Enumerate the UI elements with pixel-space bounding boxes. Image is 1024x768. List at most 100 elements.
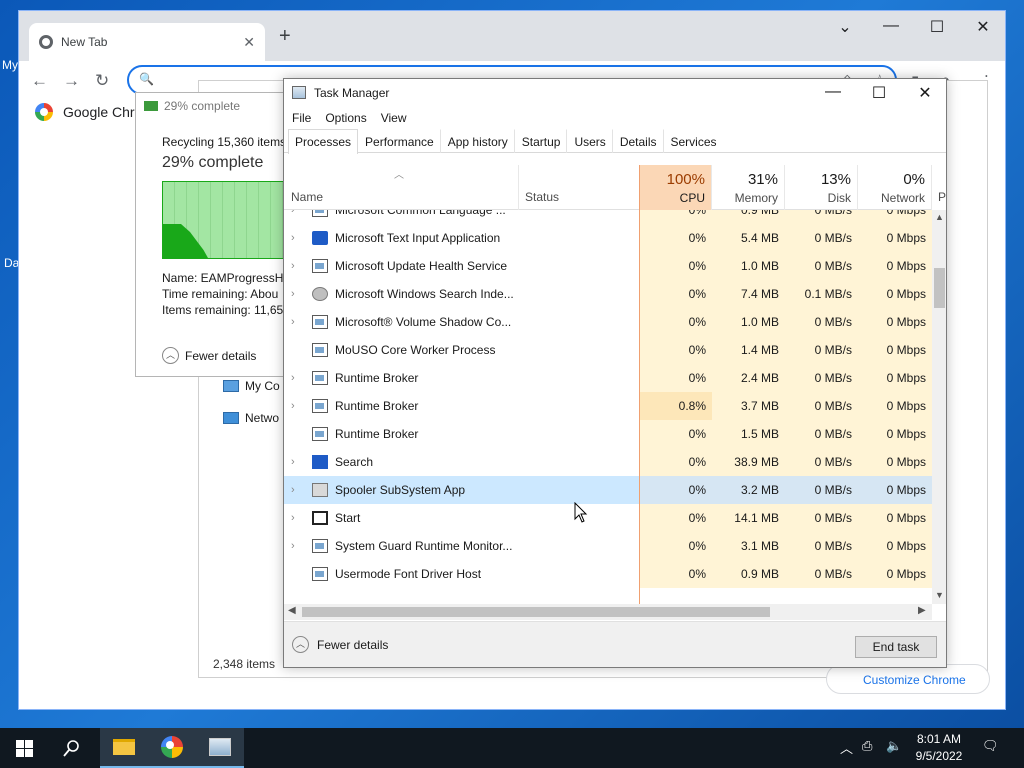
scroll-left-icon[interactable]: ◀ bbox=[288, 605, 296, 616]
column-header-status[interactable]: Status bbox=[525, 190, 559, 204]
menu-file[interactable]: File bbox=[292, 111, 311, 125]
google-chrome-shortcut[interactable]: Google Chro bbox=[35, 103, 142, 121]
expand-chevron-icon[interactable]: › bbox=[291, 308, 303, 336]
nav-item-network[interactable]: Netwo bbox=[223, 411, 279, 425]
process-row[interactable]: Usermode Font Driver Host 0% 0.9 MB 0 MB/s 0… bbox=[284, 560, 932, 588]
process-network: 0 Mbps bbox=[858, 364, 932, 392]
process-row[interactable]: › Search 0% 38.9 MB 0 MB/s 0 Mbps bbox=[284, 448, 932, 476]
expand-chevron-icon[interactable]: › bbox=[291, 504, 303, 532]
expand-chevron-icon[interactable] bbox=[291, 336, 303, 364]
process-disk: 0 MB/s bbox=[785, 210, 858, 224]
process-disk: 0.1 MB/s bbox=[785, 280, 858, 308]
maximize-button[interactable]: ☐ bbox=[917, 17, 957, 37]
expand-chevron-icon[interactable] bbox=[291, 420, 303, 448]
customize-chrome-button[interactable]: Customize Chrome bbox=[826, 664, 990, 694]
column-header-memory[interactable]: 31% Memory bbox=[712, 165, 785, 210]
expand-chevron-icon[interactable]: › bbox=[291, 280, 303, 308]
process-name: Runtime Broker bbox=[335, 371, 419, 385]
progress-fewer-details-button[interactable]: ︿ Fewer details bbox=[162, 347, 256, 364]
tab-startup[interactable]: Startup bbox=[515, 129, 568, 153]
process-memory: 1.0 MB bbox=[712, 308, 785, 336]
sort-up-icon: ︿ bbox=[394, 170, 404, 181]
process-row[interactable]: › Microsoft Windows Search Inde... 0% 7.4 M… bbox=[284, 280, 932, 308]
window-icon bbox=[312, 259, 328, 273]
scroll-thumb[interactable] bbox=[302, 607, 770, 617]
scroll-up-icon[interactable]: ▲ bbox=[935, 212, 944, 222]
column-header-power[interactable]: P bbox=[938, 190, 946, 204]
vertical-scrollbar[interactable]: ▲ ▼ bbox=[932, 210, 946, 604]
expand-chevron-icon[interactable]: › bbox=[291, 448, 303, 476]
process-row[interactable]: › System Guard Runtime Monitor... 0% 3.1 MB… bbox=[284, 532, 932, 560]
nav-item-my-computer[interactable]: My Co bbox=[223, 379, 280, 393]
expand-chevron-icon[interactable]: › bbox=[291, 476, 303, 504]
taskbar-file-explorer[interactable] bbox=[100, 728, 148, 768]
process-row[interactable]: › Microsoft Update Health Service 0% 1.0 MB… bbox=[284, 252, 932, 280]
expand-chevron-icon[interactable]: › bbox=[291, 532, 303, 560]
fewer-details-button[interactable]: ︿ Fewer details bbox=[292, 636, 388, 653]
notifications-icon[interactable]: 🗨 bbox=[982, 738, 999, 754]
process-row[interactable]: MoUSO Core Worker Process 0% 1.4 MB 0 MB/s 0… bbox=[284, 336, 932, 364]
menu-options[interactable]: Options bbox=[325, 111, 366, 125]
column-header-network[interactable]: 0% Network bbox=[858, 165, 932, 210]
process-row[interactable]: › Spooler SubSystem App 0% 3.2 MB 0 MB/s 0 Mb… bbox=[284, 476, 932, 504]
close-button[interactable]: ✕ bbox=[963, 17, 1003, 37]
process-row[interactable]: › Start 0% 14.1 MB 0 MB/s 0 Mbps bbox=[284, 504, 932, 532]
tab-search-icon[interactable]: ⌄ bbox=[825, 17, 865, 37]
scroll-right-icon[interactable]: ▶ bbox=[918, 605, 926, 616]
scroll-down-icon[interactable]: ▼ bbox=[935, 590, 944, 600]
expand-chevron-icon[interactable]: › bbox=[291, 364, 303, 392]
process-disk: 0 MB/s bbox=[785, 532, 858, 560]
new-tab-button[interactable]: + bbox=[279, 25, 291, 48]
end-task-button[interactable]: End task bbox=[855, 636, 937, 658]
column-header-name[interactable]: Name bbox=[291, 190, 323, 204]
process-name: Search bbox=[335, 455, 374, 469]
tab-details[interactable]: Details bbox=[613, 129, 664, 153]
expand-chevron-icon[interactable]: › bbox=[291, 392, 303, 420]
search-button[interactable] bbox=[48, 728, 96, 768]
tab-app-history[interactable]: App history bbox=[441, 129, 515, 153]
expand-chevron-icon[interactable]: › bbox=[291, 210, 303, 224]
volume-icon[interactable]: 🔈 bbox=[886, 738, 902, 754]
process-network: 0 Mbps bbox=[858, 392, 932, 420]
process-row[interactable]: › Runtime Broker 0.8% 3.7 MB 0 MB/s 0 Mbps bbox=[284, 392, 932, 420]
show-hidden-icons-icon[interactable]: ︿ bbox=[840, 738, 853, 757]
network-status-icon[interactable]: ⎙ bbox=[862, 738, 872, 754]
close-tab-icon[interactable]: ✕ bbox=[243, 34, 255, 51]
scroll-thumb[interactable] bbox=[934, 268, 945, 308]
close-button[interactable]: ✕ bbox=[902, 83, 946, 103]
minimize-button[interactable]: — bbox=[810, 83, 856, 101]
tab-processes[interactable]: Processes bbox=[288, 129, 359, 154]
menu-view[interactable]: View bbox=[381, 111, 407, 125]
taskbar-clock[interactable]: 8:01 AM 9/5/2022 bbox=[912, 731, 966, 765]
process-cpu: 0% bbox=[639, 504, 712, 532]
expand-chevron-icon[interactable]: › bbox=[291, 252, 303, 280]
tab-users[interactable]: Users bbox=[567, 129, 613, 153]
process-row[interactable]: › Runtime Broker 0% 2.4 MB 0 MB/s 0 Mbps bbox=[284, 364, 932, 392]
process-row[interactable]: › Microsoft® Volume Shadow Co... 0% 1.0 MB 0… bbox=[284, 308, 932, 336]
desktop-icon-label[interactable]: My bbox=[2, 58, 18, 72]
forward-icon[interactable]: → bbox=[63, 71, 80, 91]
column-header-cpu[interactable]: 100% CPU bbox=[639, 165, 712, 210]
process-row[interactable]: Runtime Broker 0% 1.5 MB 0 MB/s 0 Mbps bbox=[284, 420, 932, 448]
reload-icon[interactable]: ↻ bbox=[95, 71, 109, 91]
expand-chevron-icon[interactable]: › bbox=[291, 224, 303, 252]
taskbar-task-manager[interactable] bbox=[196, 728, 244, 768]
taskbar-chrome[interactable] bbox=[148, 728, 196, 768]
process-row[interactable]: › Microsoft Common Language ... 0% 0.9 MB 0 … bbox=[284, 210, 932, 224]
process-row[interactable]: › Microsoft Text Input Application 0% 5.4 M… bbox=[284, 224, 932, 252]
back-icon[interactable]: ← bbox=[31, 71, 48, 91]
chrome-icon bbox=[161, 736, 183, 758]
progress-file-name: Name: EAMProgressH bbox=[162, 271, 284, 285]
start-button[interactable] bbox=[0, 728, 48, 768]
column-header-disk[interactable]: 13% Disk bbox=[785, 165, 858, 210]
maximize-button[interactable]: ☐ bbox=[856, 83, 902, 103]
chrome-tab-new-tab[interactable]: New Tab ✕ bbox=[29, 23, 265, 61]
process-cpu: 0% bbox=[639, 448, 712, 476]
process-cpu: 0% bbox=[639, 420, 712, 448]
expand-chevron-icon[interactable] bbox=[291, 560, 303, 588]
horizontal-scrollbar[interactable]: ◀ ▶ bbox=[284, 604, 932, 620]
tab-services[interactable]: Services bbox=[664, 129, 724, 153]
minimize-button[interactable]: — bbox=[871, 17, 911, 35]
tab-performance[interactable]: Performance bbox=[358, 129, 441, 153]
cpu-total-percent: 100% bbox=[666, 171, 705, 188]
